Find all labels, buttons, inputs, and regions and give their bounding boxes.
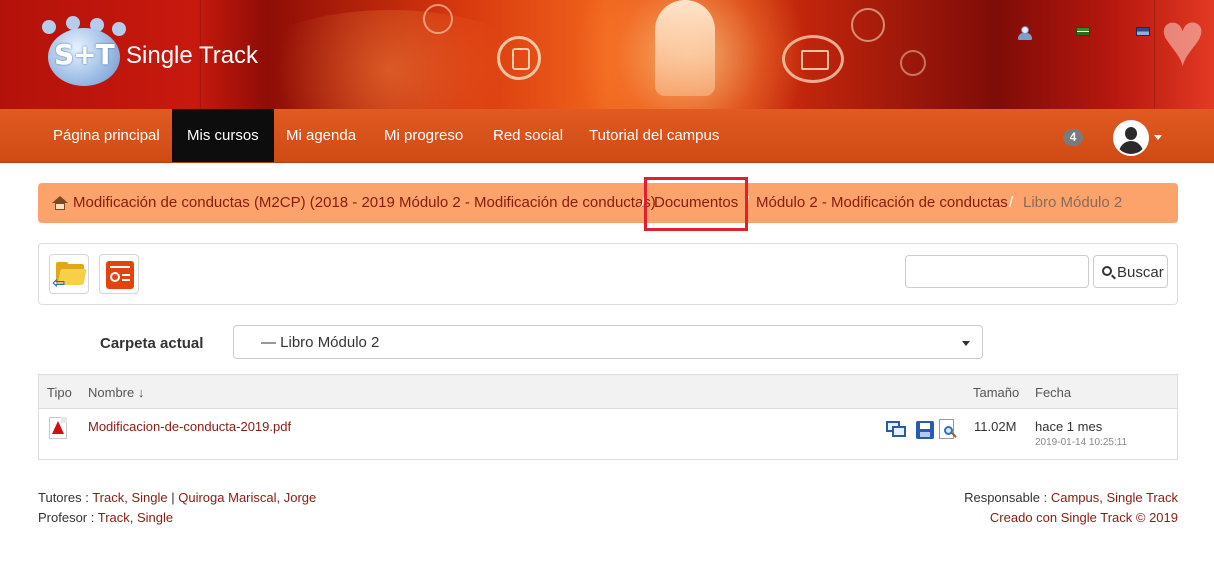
- camera-icon: [851, 8, 885, 42]
- chevron-down-icon[interactable]: [1154, 135, 1162, 140]
- footer-responsible: Responsable : Campus, Single Track: [964, 490, 1178, 505]
- banner-circle-icon: [900, 50, 926, 76]
- search-input[interactable]: [905, 255, 1089, 288]
- table-row: Modificacion-de-conducta-2019.pdf 11.02M…: [39, 409, 1177, 459]
- chevron-down-icon: [962, 341, 970, 346]
- logo-monogram: S+T: [54, 38, 115, 71]
- documents-table: Tipo Nombre ↓ Tamaño Fecha Modificacion-…: [38, 374, 1178, 460]
- highlight-box: [644, 177, 748, 231]
- language-flag-icon[interactable]: [1076, 27, 1092, 41]
- search-icon: [1102, 266, 1112, 276]
- column-type[interactable]: Tipo: [47, 385, 72, 400]
- finger-image: [655, 0, 715, 96]
- tutor-link[interactable]: Track, Single: [92, 490, 167, 505]
- nav-my-courses[interactable]: Mis cursos: [172, 109, 274, 162]
- tutors-label: Tutores :: [38, 490, 89, 505]
- file-date-relative: hace 1 mes: [1035, 419, 1103, 434]
- nav-social-network[interactable]: Red social: [478, 109, 578, 162]
- current-folder-value: — Libro Módulo 2: [261, 334, 380, 351]
- logo-text: Single Track: [126, 42, 259, 69]
- save-icon[interactable]: [915, 419, 935, 439]
- nav-home[interactable]: Página principal: [38, 109, 175, 162]
- user-profile-icon[interactable]: [1017, 26, 1033, 40]
- language-flag-icon[interactable]: [1136, 27, 1152, 41]
- responsible-link[interactable]: Campus, Single Track: [1051, 490, 1178, 505]
- column-date[interactable]: Fecha: [1035, 385, 1071, 400]
- search-button[interactable]: Buscar: [1093, 255, 1168, 288]
- footer-created-with[interactable]: Creado con Single Track © 2019: [990, 510, 1178, 525]
- teacher-label: Profesor :: [38, 510, 95, 525]
- table-header: Tipo Nombre ↓ Tamaño Fecha: [39, 375, 1177, 409]
- folder-up-button[interactable]: ⇦: [49, 254, 89, 294]
- nav-campus-tutorial[interactable]: Tutorial del campus: [574, 109, 734, 162]
- pdf-icon: [49, 417, 67, 439]
- tv-icon: [782, 35, 844, 83]
- responsible-label: Responsable :: [964, 490, 1048, 505]
- breadcrumb-module[interactable]: Módulo 2 - Modificación de conductas: [756, 183, 1008, 223]
- document-toolbar: ⇦ Buscar: [38, 243, 1178, 305]
- tutor-separator: |: [171, 490, 175, 505]
- nav-my-agenda[interactable]: Mi agenda: [271, 109, 371, 162]
- tutor-link[interactable]: Quiroga Mariscal, Jorge: [178, 490, 316, 505]
- file-name-link[interactable]: Modificacion-de-conducta-2019.pdf: [88, 419, 291, 434]
- user-avatar[interactable]: [1113, 120, 1149, 156]
- nav-my-progress[interactable]: Mi progreso: [369, 109, 478, 162]
- main-navbar: Página principal Mis cursos Mi agenda Mi…: [0, 109, 1214, 163]
- breadcrumb-course[interactable]: Modificación de conductas (M2CP) (2018 -…: [73, 183, 656, 223]
- folder-back-icon: ⇦: [52, 262, 87, 292]
- preview-icon[interactable]: [886, 419, 906, 439]
- search-button-label: Buscar: [1117, 264, 1164, 281]
- slideshow-button[interactable]: [99, 254, 139, 294]
- slideshow-icon: [106, 261, 134, 289]
- home-icon[interactable]: [52, 196, 68, 210]
- view-document-icon[interactable]: [937, 419, 957, 439]
- breadcrumb: Modificación de conductas (M2CP) (2018 -…: [38, 183, 1178, 223]
- column-size[interactable]: Tamaño: [973, 385, 1019, 400]
- footer-tutors: Tutores : Track, Single | Quiroga Marisc…: [38, 490, 316, 505]
- music-player-icon: [497, 36, 541, 80]
- breadcrumb-separator: /: [1009, 194, 1014, 211]
- file-date-absolute: 2019-01-14 10:25:11: [1035, 437, 1128, 448]
- footer-teacher: Profesor : Track, Single: [38, 510, 173, 525]
- logo-dot: [112, 22, 126, 36]
- teacher-link[interactable]: Track, Single: [98, 510, 173, 525]
- current-folder-select[interactable]: — Libro Módulo 2: [233, 325, 983, 359]
- banner-circle-icon: [423, 4, 453, 34]
- notification-badge[interactable]: 4: [1063, 129, 1083, 146]
- site-logo[interactable]: S+T Single Track: [42, 16, 292, 88]
- current-folder-label: Carpeta actual: [100, 335, 204, 352]
- column-name[interactable]: Nombre ↓: [88, 385, 144, 400]
- file-size: 11.02M: [974, 419, 1017, 434]
- logo-dot: [42, 20, 56, 34]
- breadcrumb-current: Libro Módulo 2: [1023, 194, 1123, 211]
- heart-icon: ♥: [1160, 0, 1206, 82]
